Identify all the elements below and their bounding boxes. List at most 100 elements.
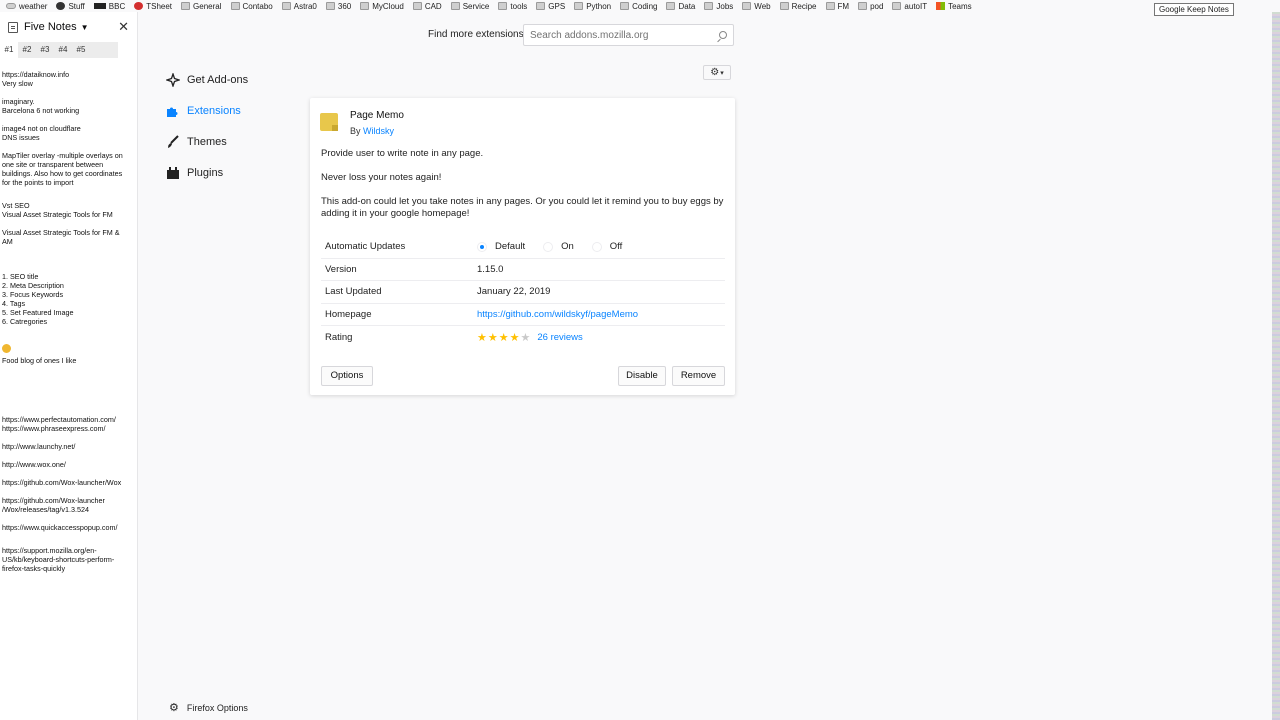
gear-icon: ⚙ bbox=[169, 702, 179, 714]
bookmark-data[interactable]: Data bbox=[666, 2, 695, 11]
note-icon bbox=[8, 21, 18, 33]
radio-on[interactable]: On bbox=[543, 241, 574, 252]
reviews-link[interactable]: 26 reviews bbox=[537, 332, 582, 343]
sidebar-switcher[interactable]: Five Notes ▼ bbox=[8, 21, 118, 33]
bookmark-astra0[interactable]: Astra0 bbox=[281, 2, 317, 11]
t-icon bbox=[134, 2, 144, 10]
radio-button[interactable] bbox=[543, 241, 554, 252]
radio-button[interactable] bbox=[477, 241, 487, 252]
bookmark-label: GPS bbox=[548, 1, 566, 11]
search-placeholder: Search addons.mozilla.org bbox=[530, 29, 649, 41]
tab-note-2[interactable]: #2 bbox=[18, 42, 36, 58]
note-line: https://github.com/Wox-launcher/Wox bbox=[2, 478, 122, 487]
category-plugins[interactable]: Plugins bbox=[165, 157, 248, 188]
bookmark-gps[interactable]: GPS bbox=[536, 2, 565, 11]
addon-icon bbox=[320, 113, 338, 131]
note-textarea[interactable]: https://dataiknow.info Very slow imaginary… bbox=[0, 58, 137, 573]
category-list: Get Add-ons Extensions Themes Plugins bbox=[165, 64, 248, 188]
detail-label: Last Updated bbox=[325, 286, 382, 298]
bookmark-fm[interactable]: FM bbox=[825, 2, 849, 11]
folder-icon bbox=[620, 2, 630, 10]
bookmark-label: Jobs bbox=[716, 1, 734, 11]
close-icon[interactable]: ✕ bbox=[118, 19, 129, 35]
bookmark-service[interactable]: Service bbox=[450, 1, 490, 11]
note-line: AM bbox=[2, 237, 13, 246]
note-line: http://www.wox.one/ bbox=[2, 460, 66, 469]
note-block: Visual Asset Strategic Tools for FM & AM bbox=[2, 228, 135, 246]
bookmark-label: 360 bbox=[337, 1, 352, 11]
note-line: MapTiler overlay -multiple overlays on bbox=[2, 151, 123, 160]
tab-note-5[interactable]: #5 bbox=[72, 42, 90, 58]
folder-icon bbox=[779, 2, 789, 10]
folder-icon bbox=[181, 2, 191, 10]
bookmark-python[interactable]: Python bbox=[574, 2, 611, 11]
bookmark-general[interactable]: General bbox=[181, 2, 222, 11]
folder-icon bbox=[666, 2, 676, 10]
bookmark-360[interactable]: 360 bbox=[325, 1, 352, 11]
screen-artifact bbox=[1272, 12, 1280, 720]
bookmark-coding[interactable]: Coding bbox=[620, 2, 657, 11]
search-input[interactable]: Search addons.mozilla.org bbox=[523, 24, 734, 46]
radio-default[interactable]: Default bbox=[477, 241, 525, 252]
bookmark-weather[interactable]: weather bbox=[6, 2, 47, 11]
tab-note-4[interactable]: #4 bbox=[54, 42, 72, 58]
note-line: image4 not on cloudflare bbox=[2, 124, 81, 133]
addon-description: Provide user to write note in any page. … bbox=[321, 148, 726, 232]
folder-icon bbox=[325, 2, 335, 10]
bookmark-label: Data bbox=[678, 1, 696, 11]
bookmark-mycloud[interactable]: MyCloud bbox=[360, 2, 404, 11]
bookmark-tools[interactable]: tools bbox=[498, 2, 527, 11]
category-themes[interactable]: Themes bbox=[165, 126, 248, 157]
brush-icon bbox=[165, 134, 181, 150]
category-get-addons[interactable]: Get Add-ons bbox=[165, 64, 248, 95]
options-button[interactable]: Options bbox=[321, 366, 373, 386]
folder-icon bbox=[825, 2, 835, 10]
bookmark-tsheet[interactable]: TSheet bbox=[134, 2, 172, 11]
note-line: one site or transparent between bbox=[2, 160, 104, 169]
note-line: DNS issues bbox=[2, 133, 40, 142]
bookmark-autoit[interactable]: autoIT bbox=[892, 2, 927, 11]
folder-icon bbox=[498, 2, 508, 10]
note-block: https://github.com/Wox-launcher/Wox/rele… bbox=[2, 496, 135, 514]
radio-button[interactable] bbox=[591, 241, 602, 252]
remove-button[interactable]: Remove bbox=[672, 366, 725, 386]
note-block: 1. SEO title 2. Meta Description 3. Focus … bbox=[2, 272, 135, 326]
detail-row-updates: Automatic Updates Default On Off bbox=[321, 236, 725, 259]
radio-off[interactable]: Off bbox=[591, 241, 623, 253]
note-line: 4. Tags bbox=[2, 299, 26, 308]
detail-label: Homepage bbox=[325, 308, 372, 320]
addon-header: Page Memo By Wildsky bbox=[320, 110, 404, 136]
chevron-down-icon: ▼ bbox=[80, 22, 89, 32]
bookmark-contabo[interactable]: Contabo bbox=[230, 2, 273, 11]
category-extensions[interactable]: Extensions bbox=[165, 95, 248, 126]
note-line: buildings. Also how to get coordinates bbox=[2, 169, 123, 178]
bookmark-teams[interactable]: Teams bbox=[936, 2, 972, 11]
tab-note-1[interactable]: #1 bbox=[0, 42, 18, 58]
disable-button[interactable]: Disable bbox=[618, 366, 666, 386]
bookmark-cad[interactable]: CAD bbox=[412, 2, 442, 11]
radio-label: Off bbox=[609, 241, 623, 253]
bookmark-bbc[interactable]: BBC bbox=[93, 2, 125, 11]
bookmark-jobs[interactable]: Jobs bbox=[704, 2, 733, 11]
bookmark-web[interactable]: Web bbox=[742, 2, 771, 11]
description-paragraph: Never loss your notes again! bbox=[321, 172, 442, 183]
bookmark-pod[interactable]: pod bbox=[858, 2, 883, 11]
bookmark-recipe[interactable]: Recipe bbox=[779, 2, 817, 11]
folder-icon bbox=[858, 2, 868, 10]
tools-menu-button[interactable]: ⚙ ▾ bbox=[703, 65, 731, 80]
radio-label: Default bbox=[495, 241, 526, 253]
star-icon: ★ bbox=[520, 331, 531, 344]
homepage-link[interactable]: https://github.com/wildskyf/pageMemo bbox=[477, 309, 725, 320]
note-line: 5. Set Featured Image bbox=[2, 308, 74, 317]
category-label: Themes bbox=[187, 135, 227, 148]
by-label: By bbox=[350, 126, 361, 136]
bookmark-label: Service bbox=[462, 1, 490, 11]
firefox-options-link[interactable]: ⚙ Firefox Options bbox=[169, 701, 248, 714]
bookmark-stuff[interactable]: Stuff bbox=[56, 2, 85, 11]
bookmark-label: Teams bbox=[948, 1, 972, 11]
footer-label: Firefox Options bbox=[186, 702, 248, 713]
addon-detail-card: Page Memo By Wildsky Provide user to wri… bbox=[310, 98, 735, 395]
author-link[interactable]: Wildsky bbox=[363, 126, 394, 136]
tab-note-3[interactable]: #3 bbox=[36, 42, 54, 58]
note-line: https://support.mozilla.org/en- bbox=[2, 546, 97, 555]
